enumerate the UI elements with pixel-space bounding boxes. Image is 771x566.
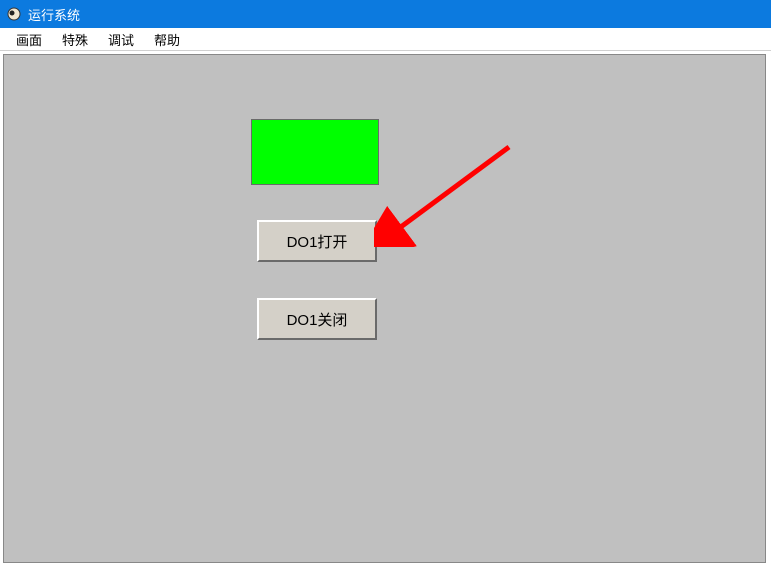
- content-area: DO1打开 DO1关闭: [3, 54, 766, 563]
- do1-open-button[interactable]: DO1打开: [257, 220, 377, 262]
- title-bar: 运行系统: [0, 0, 771, 28]
- do1-close-button[interactable]: DO1关闭: [257, 298, 377, 340]
- menu-item-help[interactable]: 帮助: [144, 28, 190, 51]
- menu-bar: 画面 特殊 调试 帮助: [0, 28, 771, 51]
- window-title: 运行系统: [28, 5, 80, 24]
- menu-item-debug[interactable]: 调试: [98, 28, 144, 51]
- menu-item-screen[interactable]: 画面: [6, 28, 52, 51]
- annotation-arrow-icon: [374, 137, 534, 247]
- app-icon: [6, 6, 22, 22]
- do1-open-label: DO1打开: [287, 231, 348, 252]
- status-indicator: [251, 119, 379, 185]
- menu-item-special[interactable]: 特殊: [52, 28, 98, 51]
- do1-close-label: DO1关闭: [287, 309, 348, 330]
